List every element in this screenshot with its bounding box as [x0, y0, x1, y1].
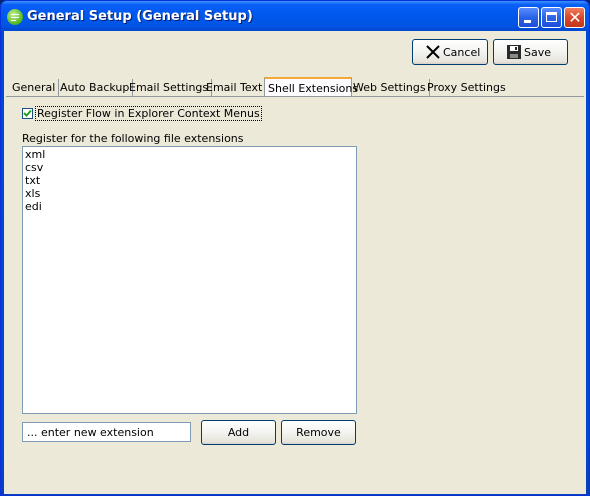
- list-item[interactable]: txt: [25, 174, 354, 187]
- dialog-client-area: Cancel Save General Auto Backup Email Se…: [4, 31, 586, 494]
- close-icon: ✕: [568, 8, 582, 27]
- save-button[interactable]: Save: [493, 39, 568, 65]
- list-item[interactable]: xls: [25, 187, 354, 200]
- app-icon: [7, 9, 23, 25]
- general-setup-window: General Setup (General Setup) ✕ Cancel S…: [0, 0, 590, 496]
- cancel-label: Cancel: [443, 46, 481, 59]
- title-bar[interactable]: General Setup (General Setup) ✕: [1, 1, 589, 31]
- floppy-disk-icon: [507, 45, 521, 59]
- tab-email-text[interactable]: Email Text: [203, 79, 267, 96]
- maximize-icon: [546, 12, 557, 22]
- checkmark-icon: [23, 109, 32, 117]
- remove-extension-button[interactable]: Remove: [281, 420, 356, 445]
- shell-extensions-panel: Register Flow in Explorer Context Menus …: [6, 97, 584, 490]
- tab-shell-extensions[interactable]: Shell Extensions: [264, 77, 358, 97]
- list-item[interactable]: xml: [25, 148, 354, 161]
- close-button[interactable]: ✕: [564, 7, 585, 28]
- register-context-menu-label: Register Flow in Explorer Context Menus: [35, 106, 262, 121]
- minimize-icon: [524, 20, 531, 23]
- add-extension-button[interactable]: Add: [201, 420, 276, 445]
- settings-tab-strip: General Auto Backup Email Settings Email…: [9, 77, 583, 97]
- tab-general[interactable]: General: [9, 79, 60, 96]
- save-label: Save: [524, 46, 552, 59]
- tab-proxy-settings[interactable]: Proxy Settings: [424, 79, 509, 96]
- new-extension-input[interactable]: [22, 422, 191, 442]
- register-context-menu-checkbox[interactable]: [22, 108, 33, 119]
- tab-email-settings[interactable]: Email Settings: [126, 79, 213, 96]
- cancel-x-icon: [426, 45, 440, 59]
- extensions-listbox[interactable]: xml csv txt xls edi: [22, 146, 357, 414]
- tab-web-settings[interactable]: Web Settings: [350, 79, 430, 96]
- list-item[interactable]: edi: [25, 200, 354, 213]
- minimize-button[interactable]: [518, 7, 539, 28]
- list-item[interactable]: csv: [25, 161, 354, 174]
- cancel-button[interactable]: Cancel: [412, 39, 488, 65]
- tab-auto-backup[interactable]: Auto Backup: [57, 79, 134, 96]
- maximize-button[interactable]: [541, 7, 562, 28]
- window-title: General Setup (General Setup): [27, 9, 253, 24]
- extensions-label: Register for the following file extensio…: [22, 132, 244, 145]
